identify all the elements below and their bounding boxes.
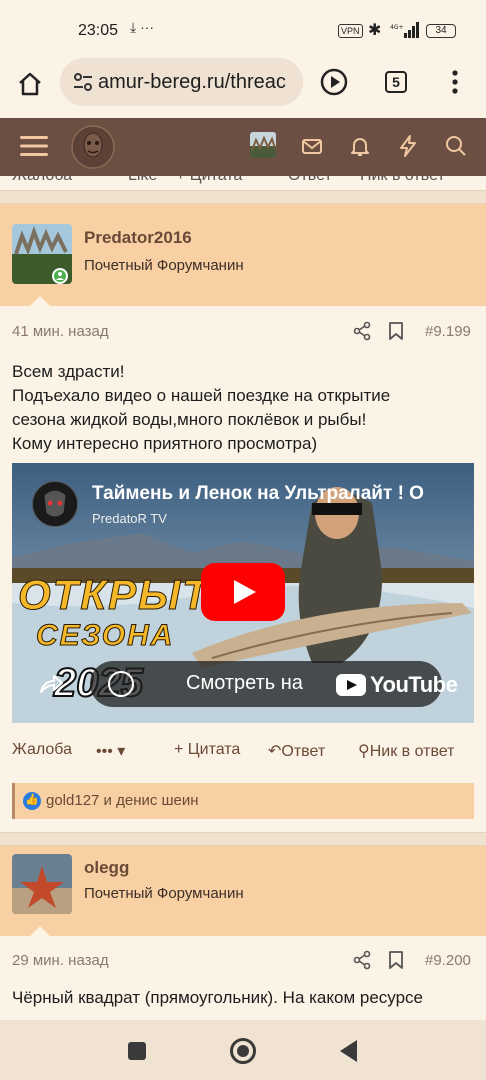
post-time[interactable]: 29 мин. назад [12, 952, 109, 969]
reactions-menu[interactable]: ••• ▾ [96, 741, 125, 761]
back-button[interactable] [340, 1040, 357, 1062]
bookmark-icon[interactable] [388, 321, 404, 341]
post-separator [0, 832, 486, 846]
reactions-text[interactable]: gold127 и денис шеин [46, 792, 199, 809]
post-user-header: olegg Почетный Форумчанин [0, 846, 486, 936]
post-body: Чёрный квадрат (прямоугольник). На каком… [12, 988, 424, 1007]
lightning-icon[interactable] [396, 134, 420, 158]
username[interactable]: Predator2016 [84, 228, 192, 248]
video-play-button[interactable] [201, 563, 285, 621]
status-bar: 23:05 ⤓ ··· VPN ✱ 4G+ 34 [0, 0, 486, 58]
user-rank: Почетный Форумчанин [84, 885, 244, 902]
channel-logo[interactable] [32, 481, 78, 527]
nick-reply-link[interactable]: Ник в ответ [360, 176, 445, 185]
thumbnail-text: СЕЗОНА [35, 619, 175, 653]
bluetooth-icon: ✱ [368, 22, 382, 39]
watch-on-youtube-button[interactable]: Смотреть на YouTube [90, 661, 458, 707]
tab-switcher-button[interactable]: 5 [385, 71, 407, 93]
post-line: Кому интересно приятного просмотра) [12, 434, 318, 453]
share-icon[interactable] [352, 950, 372, 970]
mail-icon[interactable] [300, 134, 324, 158]
site-settings-icon[interactable] [72, 71, 94, 93]
user-avatar[interactable] [12, 854, 72, 914]
download-notification-icon: ⤓ ··· [130, 19, 155, 35]
post-number[interactable]: #9.199 [425, 323, 471, 340]
post-separator [0, 190, 486, 204]
like-icon [23, 792, 41, 810]
user-rank: Почетный Форумчанин [84, 257, 244, 274]
recents-button[interactable] [128, 1042, 146, 1060]
forum-header [0, 118, 486, 176]
youtube-icon [336, 674, 366, 696]
watch-later-icon[interactable] [108, 671, 134, 697]
post-body: Всем здрасти! Подъехало видео о нашей по… [12, 360, 474, 456]
post-user-header: Predator2016 Почетный Форумчанин [0, 204, 486, 306]
post-line: Подъехало видео о нашей поездке на откры… [12, 386, 391, 405]
search-icon[interactable] [444, 134, 468, 158]
vpn-icon: VPN [338, 24, 363, 38]
home-icon[interactable] [16, 70, 44, 98]
thumbnail-text: ОТКРЫТ [18, 571, 210, 619]
nick-reply-link[interactable]: ⚲Ник в ответ [358, 741, 455, 761]
post-meta: 29 мин. назад #9.200 [0, 946, 486, 976]
user-avatar[interactable] [250, 132, 276, 158]
home-button[interactable] [230, 1038, 256, 1064]
reply-link[interactable]: Ответ [288, 176, 332, 185]
menu-icon[interactable] [20, 134, 48, 158]
video-title[interactable]: Таймень и Ленок на Ультралайт ! О [92, 483, 424, 505]
post-meta: 41 мин. назад #9.199 [0, 317, 486, 347]
user-header-notch [30, 296, 50, 306]
nick-reply-label: Ник в ответ [369, 743, 455, 760]
complaint-link[interactable]: Жалоба [12, 741, 72, 759]
status-time: 23:05 [78, 22, 119, 39]
username[interactable]: olegg [84, 858, 129, 878]
svg-text:4G+: 4G+ [390, 24, 404, 31]
play-icon[interactable] [320, 68, 348, 96]
post-line: Всем здрасти! [12, 362, 125, 381]
user-header-notch [30, 926, 50, 936]
url-text: amur-bereg.ru/threac [98, 71, 286, 93]
reply-label: Ответ [281, 743, 326, 760]
battery-icon: 34 [426, 24, 456, 38]
site-logo[interactable] [70, 124, 116, 170]
post-line: сезона жидкой воды,много поклёвок и рыбы… [12, 410, 367, 429]
system-nav-bar [0, 1020, 486, 1080]
youtube-embed[interactable]: Таймень и Ленок на Ультралайт ! О Predat… [12, 463, 474, 723]
previous-post-actions: Жалоба Like + Цитата Ответ Ник в ответ [0, 176, 486, 190]
post-actions: Жалоба ••• ▾ + Цитата ↶Ответ ⚲Ник в отве… [0, 737, 486, 767]
video-channel[interactable]: PredatoR TV [92, 511, 167, 526]
quote-link[interactable]: + Цитата [176, 176, 242, 185]
address-bar[interactable]: amur-bereg.ru/threac [60, 58, 303, 106]
user-avatar[interactable] [12, 224, 72, 284]
share-arrow-icon[interactable] [38, 673, 64, 695]
bell-icon[interactable] [348, 134, 372, 158]
like-link[interactable]: Like [128, 176, 157, 185]
bookmark-icon[interactable] [388, 950, 404, 970]
complaint-link[interactable]: Жалоба [12, 176, 72, 185]
more-vert-icon[interactable] [450, 68, 460, 96]
share-icon[interactable] [352, 321, 372, 341]
signal-icon: 4G+ [390, 22, 419, 38]
reactions-bar[interactable]: gold127 и денис шеин [12, 783, 474, 819]
reply-link[interactable]: ↶Ответ [268, 741, 325, 761]
quote-link[interactable]: + Цитата [174, 741, 240, 759]
youtube-label: YouTube [370, 672, 458, 697]
post-time[interactable]: 41 мин. назад [12, 323, 109, 340]
browser-toolbar: amur-bereg.ru/threac 5 [0, 58, 486, 118]
watch-on-label: Смотреть на [186, 672, 303, 694]
post-number[interactable]: #9.200 [425, 952, 471, 969]
